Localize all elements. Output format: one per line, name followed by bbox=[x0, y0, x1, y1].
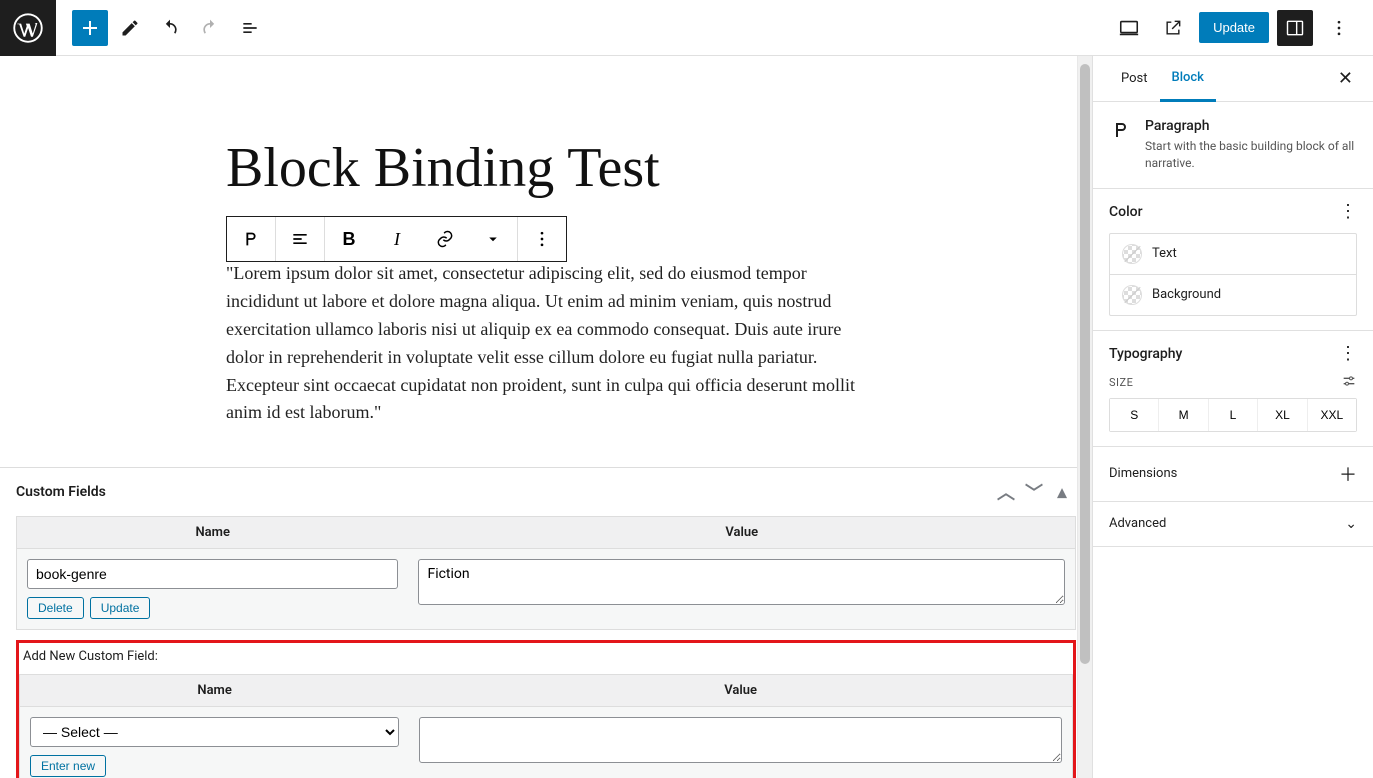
dimensions-panel-title: Dimensions bbox=[1109, 466, 1177, 481]
bold-button[interactable]: B bbox=[325, 217, 373, 261]
scrollbar[interactable] bbox=[1077, 56, 1092, 778]
delete-field-button[interactable]: Delete bbox=[27, 597, 84, 619]
size-l[interactable]: L bbox=[1208, 399, 1257, 431]
new-table-row: — Select — Enter new bbox=[20, 707, 1072, 778]
custom-fields-table: Name Value Delete Update bbox=[16, 516, 1076, 630]
size-s[interactable]: S bbox=[1110, 399, 1158, 431]
view-post-button[interactable] bbox=[1155, 10, 1191, 46]
wordpress-logo[interactable] bbox=[0, 0, 56, 56]
tab-block[interactable]: Block bbox=[1160, 56, 1216, 102]
custom-fields-panel: Custom Fields ︿ ﹀ ▴ Name Value bbox=[0, 467, 1092, 778]
editor-shell: Block Binding Test B I bbox=[0, 56, 1092, 778]
undo-button[interactable] bbox=[152, 10, 188, 46]
table-row: Delete Update bbox=[17, 549, 1075, 629]
panel-toggle-icon[interactable]: ▴ bbox=[1048, 478, 1076, 506]
sidebar-tabs: Post Block ✕ bbox=[1093, 56, 1373, 102]
custom-fields-title: Custom Fields bbox=[16, 484, 106, 500]
size-m[interactable]: M bbox=[1158, 399, 1207, 431]
paragraph-icon bbox=[1109, 118, 1133, 142]
field-value-textarea[interactable] bbox=[418, 559, 1065, 605]
panel-down-icon[interactable]: ﹀ bbox=[1020, 478, 1048, 506]
table-head: Name Value bbox=[17, 517, 1075, 549]
color-panel-options-icon[interactable]: ⋮ bbox=[1339, 203, 1357, 221]
editor-scroll[interactable]: Block Binding Test B I bbox=[0, 56, 1092, 778]
background-color-row[interactable]: Background bbox=[1110, 274, 1356, 315]
tab-post[interactable]: Post bbox=[1109, 57, 1160, 100]
post-title[interactable]: Block Binding Test bbox=[226, 136, 866, 200]
new-th-name: Name bbox=[20, 675, 409, 706]
color-panel-title: Color bbox=[1109, 204, 1143, 220]
new-th-value: Value bbox=[409, 675, 1072, 706]
add-new-field-title: Add New Custom Field: bbox=[19, 647, 1073, 674]
align-button[interactable] bbox=[276, 217, 324, 261]
size-xxl[interactable]: XXL bbox=[1307, 399, 1356, 431]
app-root: Update Block Binding Test bbox=[0, 0, 1373, 778]
toolbar-left bbox=[56, 10, 268, 46]
size-settings-icon[interactable] bbox=[1341, 373, 1357, 392]
document-overview-button[interactable] bbox=[232, 10, 268, 46]
new-field-value-textarea[interactable] bbox=[419, 717, 1062, 763]
size-buttons: S M L XL XXL bbox=[1109, 398, 1357, 432]
redo-button[interactable] bbox=[192, 10, 228, 46]
background-color-swatch bbox=[1122, 285, 1142, 305]
block-description: Start with the basic building block of a… bbox=[1145, 138, 1357, 172]
block-toolbar: B I bbox=[226, 216, 567, 262]
size-label: SIZE bbox=[1109, 376, 1133, 389]
link-button[interactable] bbox=[421, 217, 469, 261]
block-info: Paragraph Start with the basic building … bbox=[1093, 102, 1373, 189]
italic-button[interactable]: I bbox=[373, 217, 421, 261]
editor-canvas: Block Binding Test B I bbox=[0, 56, 1092, 778]
canvas-inner: Block Binding Test B I bbox=[116, 56, 976, 467]
settings-toggle-button[interactable] bbox=[1277, 10, 1313, 46]
typography-panel-title: Typography bbox=[1109, 346, 1182, 362]
size-xl[interactable]: XL bbox=[1257, 399, 1306, 431]
close-sidebar-icon[interactable]: ✕ bbox=[1334, 64, 1357, 93]
more-formatting-button[interactable] bbox=[469, 217, 517, 261]
text-color-row[interactable]: Text bbox=[1110, 234, 1356, 274]
th-value: Value bbox=[408, 517, 1075, 548]
typography-panel-options-icon[interactable]: ⋮ bbox=[1339, 345, 1357, 363]
main-area: Block Binding Test B I bbox=[0, 56, 1373, 778]
top-toolbar: Update bbox=[0, 0, 1373, 56]
new-table-head: Name Value bbox=[20, 675, 1072, 707]
options-button[interactable] bbox=[1321, 10, 1357, 46]
advanced-panel[interactable]: Advanced ⌄ bbox=[1093, 502, 1373, 547]
settings-sidebar: Post Block ✕ Paragraph Start with the ba… bbox=[1092, 56, 1373, 778]
typography-panel: Typography ⋮ SIZE S M L XL XXL bbox=[1093, 331, 1373, 447]
advanced-chevron-icon[interactable]: ⌄ bbox=[1345, 516, 1357, 532]
paragraph-block[interactable]: "Lorem ipsum dolor sit amet, consectetur… bbox=[226, 260, 866, 427]
add-new-custom-field-section: Add New Custom Field: Name Value — S bbox=[16, 640, 1076, 778]
dimensions-panel[interactable]: Dimensions ＋ bbox=[1093, 447, 1373, 502]
enter-new-button[interactable]: Enter new bbox=[30, 755, 106, 777]
field-name-select[interactable]: — Select — bbox=[30, 717, 399, 747]
device-preview-button[interactable] bbox=[1111, 10, 1147, 46]
text-color-label: Text bbox=[1152, 246, 1177, 261]
toolbar-right: Update bbox=[1111, 10, 1373, 46]
update-button[interactable]: Update bbox=[1199, 12, 1269, 43]
block-options-button[interactable] bbox=[518, 217, 566, 261]
scrollbar-thumb[interactable] bbox=[1080, 64, 1090, 664]
block-name: Paragraph bbox=[1145, 118, 1357, 134]
update-field-button[interactable]: Update bbox=[90, 597, 151, 619]
edit-tool-button[interactable] bbox=[112, 10, 148, 46]
th-name: Name bbox=[17, 517, 408, 548]
panel-up-icon[interactable]: ︿ bbox=[992, 478, 1020, 506]
add-dimensions-icon[interactable]: ＋ bbox=[1339, 461, 1357, 487]
custom-fields-header: Custom Fields ︿ ﹀ ▴ bbox=[0, 468, 1092, 516]
field-name-input[interactable] bbox=[27, 559, 398, 589]
color-panel: Color ⋮ Text Background bbox=[1093, 189, 1373, 331]
background-color-label: Background bbox=[1152, 287, 1221, 302]
text-color-swatch bbox=[1122, 244, 1142, 264]
block-type-button[interactable] bbox=[227, 217, 275, 261]
add-block-button[interactable] bbox=[72, 10, 108, 46]
advanced-panel-title: Advanced bbox=[1109, 516, 1166, 531]
